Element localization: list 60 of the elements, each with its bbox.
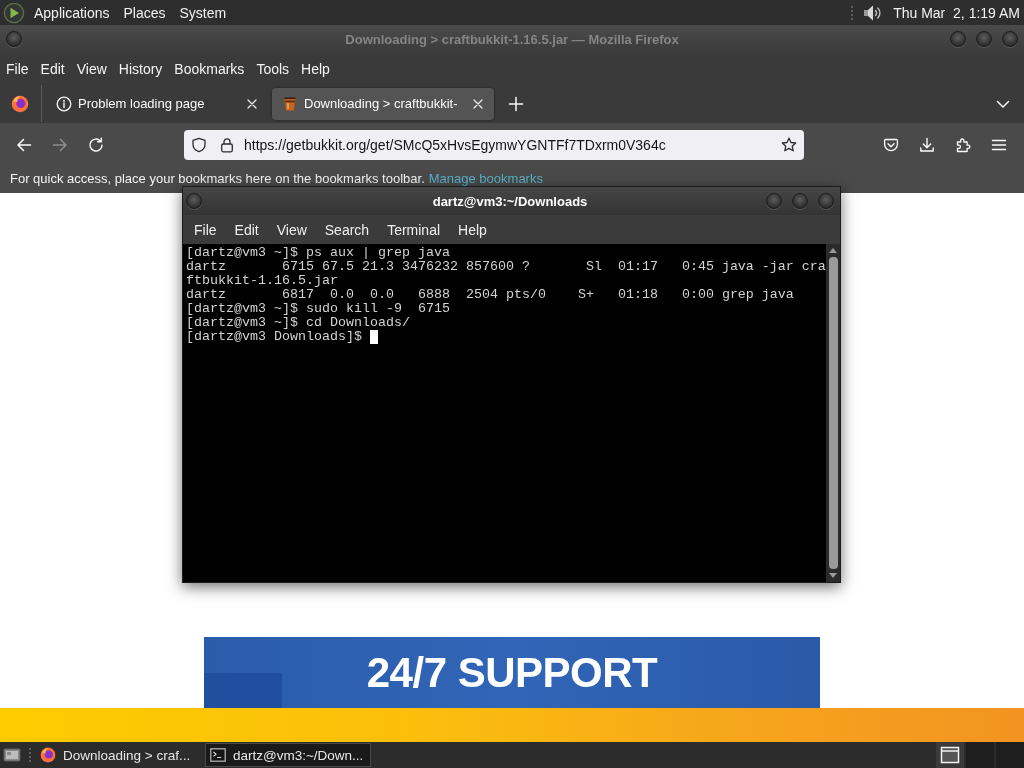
menu-item[interactable]: File	[0, 59, 35, 78]
workspace-cell[interactable]	[966, 742, 994, 768]
manage-bookmarks-link[interactable]: Manage bookmarks	[428, 171, 543, 186]
terminal-line: dartz 6817 0.0 0.0 6888 2504 pts/0 S+ 01:18 0:00 grep java	[186, 288, 794, 302]
panel-menu[interactable]: Applications	[27, 3, 117, 22]
menu-item[interactable]: Help	[449, 220, 496, 239]
show-desktop-icon[interactable]	[3, 747, 21, 763]
shield-icon[interactable]	[191, 136, 207, 153]
window-icon	[940, 746, 960, 764]
browser-logo-icon[interactable]	[11, 94, 29, 113]
menu-item[interactable]: File	[185, 220, 226, 239]
scrollbar-thumb[interactable]	[828, 257, 838, 569]
puzzle-icon[interactable]	[955, 136, 971, 153]
bucket-icon	[282, 95, 298, 112]
download-icon[interactable]	[919, 136, 935, 153]
menu-item[interactable]: Bookmarks	[168, 59, 251, 78]
browser-logo-icon	[40, 747, 56, 763]
play-circle-icon[interactable]	[3, 1, 25, 24]
star-icon[interactable]	[781, 136, 797, 153]
support-banner[interactable]: 24/7 SUPPORT	[204, 637, 820, 708]
taskbar-button[interactable]: Downloading > craf...	[35, 743, 201, 767]
address-bar[interactable]: https://getbukkit.org/get/SMcQ5xHvsEgymwYGNTFf7TDxrm0V364c	[184, 129, 804, 160]
terminal-line: [dartz@vm3 ~]$ cd Downloads/	[186, 316, 410, 330]
browser-tab[interactable]: Downloading > craftbukkit-	[272, 87, 494, 120]
info-icon	[56, 95, 72, 112]
terminal-line: [dartz@vm3 ~]$ sudo kill -9 6715	[186, 302, 450, 316]
menu-item[interactable]: Search	[315, 220, 379, 239]
terminal-line: [dartz@vm3 ~]$ ps aux | grep java	[186, 246, 450, 260]
taskbar-button[interactable]: dartz@vm3:~/Down...	[205, 743, 371, 767]
down-triangle-icon[interactable]	[829, 573, 837, 578]
terminal-line: dartz 6715 67.5 21.3 3476232 857600 ? Sl 01:17 0:45 java -jar cra	[186, 260, 826, 274]
menu-item[interactable]: Edit	[34, 59, 71, 78]
menu-item[interactable]: Terminal	[378, 220, 450, 239]
workspace-cell[interactable]	[936, 742, 964, 768]
menu-item[interactable]: View	[267, 220, 316, 239]
close-icon[interactable]	[246, 97, 258, 110]
menu-item[interactable]: Tools	[250, 59, 296, 78]
menu-item[interactable]: History	[112, 59, 169, 78]
workspace-cell[interactable]	[996, 742, 1024, 768]
terminal-icon	[210, 748, 226, 762]
reload-icon[interactable]	[88, 136, 104, 153]
pocket-icon[interactable]	[883, 136, 899, 153]
scrollbar[interactable]	[826, 244, 840, 582]
menu-item[interactable]: View	[70, 59, 113, 78]
menu-item[interactable]: Edit	[225, 220, 268, 239]
up-triangle-icon[interactable]	[829, 248, 837, 253]
lock-icon[interactable]	[219, 136, 235, 153]
terminal-line: [dartz@vm3 Downloads]$	[186, 330, 363, 344]
close-icon[interactable]	[472, 97, 484, 110]
window-title: Downloading > craftbukkit-1.16.5.jar — Mozilla Firefox	[345, 31, 679, 47]
back-arrow-icon[interactable]	[16, 136, 32, 153]
plus-icon[interactable]	[508, 95, 524, 112]
browser-tab[interactable]: Problem loading page	[46, 87, 268, 120]
panel-menu[interactable]: System	[172, 3, 234, 22]
window-title: dartz@vm3:~/Downloads	[432, 193, 588, 209]
clock: Thu Mar 2, 1:19 AM	[893, 4, 1020, 21]
bookmarks-hint: For quick access, place your bookmarks here on the bookmarks toolbar.	[10, 171, 425, 186]
terminal-line: ftbukkit-1.16.5.jar	[186, 274, 338, 288]
menu-item[interactable]: Help	[295, 59, 336, 78]
panel-menu[interactable]: Places	[116, 3, 173, 22]
